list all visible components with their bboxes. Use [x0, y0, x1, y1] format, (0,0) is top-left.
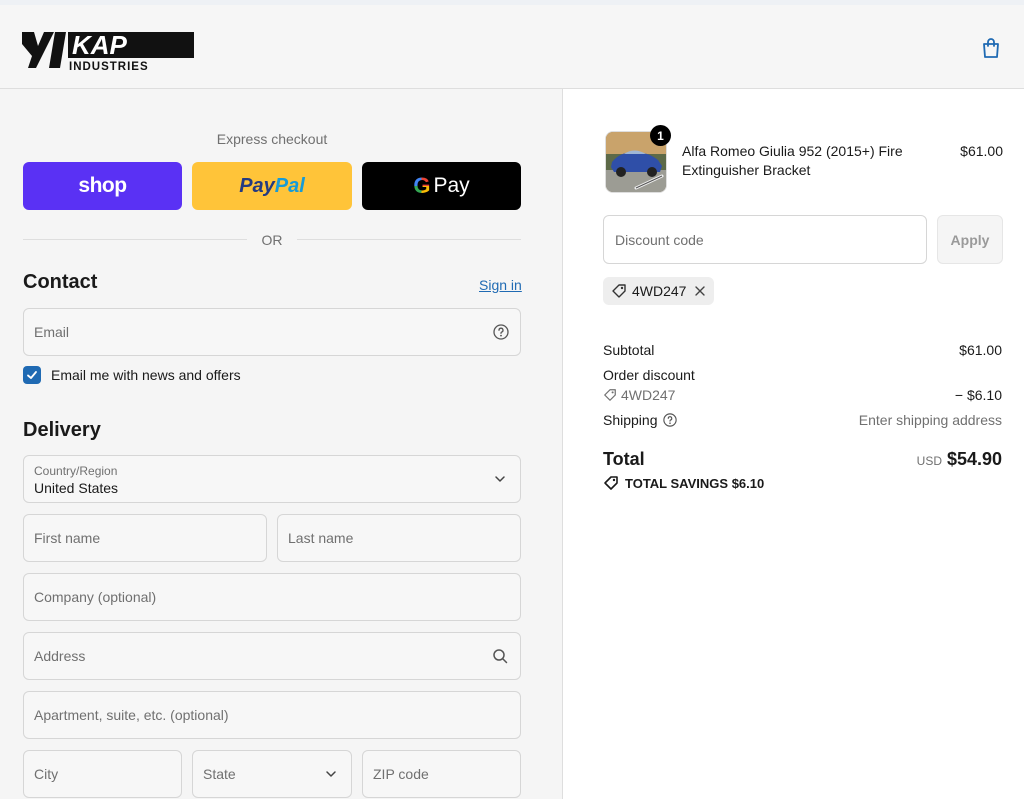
- newsletter-label: Email me with news and offers: [51, 367, 241, 383]
- subtotal-value: $61.00: [959, 342, 1002, 358]
- checkmark-icon: [27, 371, 37, 379]
- chevron-down-icon: [326, 771, 336, 777]
- last-name-placeholder: Last name: [288, 530, 354, 546]
- last-name-field[interactable]: Last name: [277, 514, 521, 562]
- first-name-placeholder: First name: [34, 530, 101, 546]
- paypal-button[interactable]: Pay Pal: [192, 162, 352, 210]
- google-g-icon: G: [413, 173, 431, 198]
- chevron-down-icon: [495, 476, 505, 482]
- search-icon: [493, 649, 508, 664]
- order-discount-label: Order discount: [603, 367, 695, 383]
- total-value: $54.90: [946, 449, 1002, 469]
- zip-field[interactable]: ZIP code: [362, 750, 521, 798]
- paypal-label-pal: Pal: [274, 174, 305, 197]
- country-select[interactable]: Country/Region United States: [23, 455, 521, 503]
- applied-discount-code: 4WD247: [632, 283, 687, 299]
- company-field[interactable]: Company (optional): [23, 573, 521, 621]
- country-label: Country/Region: [34, 464, 118, 478]
- google-pay-label: Pay: [433, 174, 470, 197]
- or-divider-right: [297, 239, 521, 240]
- site-header: KAP INDUSTRIES: [0, 5, 1024, 89]
- total-savings-row: TOTAL SAVINGS $6.10: [603, 475, 764, 491]
- address-placeholder: Address: [34, 648, 86, 664]
- or-divider-left: [23, 239, 247, 240]
- product-name: Alfa Romeo Giulia 952 (2015+) Fire Extin…: [682, 143, 903, 178]
- order-discount-code-row: 4WD247: [603, 387, 675, 403]
- brand-secondary-text: INDUSTRIES: [69, 61, 149, 72]
- subtotal-label: Subtotal: [603, 342, 655, 358]
- help-icon[interactable]: [662, 413, 677, 427]
- city-field[interactable]: City: [23, 750, 182, 798]
- total-currency: USD: [916, 454, 942, 468]
- remove-discount-icon[interactable]: [694, 285, 706, 297]
- brand-primary-text: KAP: [72, 30, 128, 60]
- savings-value: $6.10: [731, 475, 765, 491]
- apartment-placeholder: Apartment, suite, etc. (optional): [34, 707, 229, 723]
- discount-code-input[interactable]: Discount code: [603, 215, 927, 264]
- shipping-label-row: Shipping: [603, 412, 677, 428]
- savings-label: TOTAL SAVINGS: [625, 475, 729, 491]
- google-pay-button[interactable]: G Pay: [362, 162, 521, 210]
- tag-icon: [612, 284, 626, 298]
- discount-placeholder: Discount code: [615, 231, 704, 248]
- applied-discount-chip: 4WD247: [603, 277, 715, 305]
- newsletter-checkbox-row[interactable]: Email me with news and offers: [23, 366, 241, 384]
- first-name-field[interactable]: First name: [23, 514, 267, 562]
- product-price: $61.00: [960, 143, 1003, 159]
- address-field[interactable]: Address: [23, 632, 521, 680]
- shopping-bag-icon[interactable]: [980, 37, 1002, 59]
- state-placeholder: State: [203, 766, 236, 782]
- sign-in-link[interactable]: Sign in: [479, 277, 522, 293]
- shop-pay-label: shop: [78, 174, 127, 197]
- help-icon[interactable]: [493, 324, 509, 340]
- email-placeholder: Email: [34, 324, 70, 340]
- contact-heading: Contact: [23, 271, 98, 293]
- total-label: Total: [603, 449, 645, 469]
- shipping-label: Shipping: [603, 412, 658, 428]
- order-summary-panel: 1 Alfa Romeo Giulia 952 (2015+) Fire Ext…: [563, 89, 1024, 799]
- delivery-heading: Delivery: [23, 419, 101, 441]
- tag-icon: [604, 389, 616, 401]
- checkout-form-panel: Express checkout shop Pay Pal G Pay OR Co…: [0, 89, 563, 799]
- city-placeholder: City: [34, 766, 59, 782]
- state-select[interactable]: State: [192, 750, 352, 798]
- express-checkout-title: Express checkout: [216, 131, 328, 147]
- savings-tag-icon: [604, 476, 618, 490]
- zip-placeholder: ZIP code: [373, 766, 429, 782]
- newsletter-checkbox[interactable]: [23, 366, 41, 384]
- order-discount-value: − $6.10: [954, 387, 1002, 403]
- quantity-badge: 1: [650, 125, 671, 146]
- company-placeholder: Company (optional): [34, 589, 157, 605]
- or-divider-text: OR: [261, 232, 283, 248]
- shop-pay-button[interactable]: shop: [23, 162, 182, 210]
- paypal-label-pay: Pay: [239, 174, 275, 197]
- shipping-value: Enter shipping address: [858, 412, 1002, 428]
- apartment-field[interactable]: Apartment, suite, etc. (optional): [23, 691, 521, 739]
- country-value: United States: [34, 480, 119, 496]
- order-discount-code: 4WD247: [621, 387, 676, 403]
- email-field[interactable]: Email: [23, 308, 521, 356]
- brand-logo[interactable]: KAP INDUSTRIES: [22, 24, 194, 72]
- apply-discount-button[interactable]: Apply: [937, 215, 1003, 264]
